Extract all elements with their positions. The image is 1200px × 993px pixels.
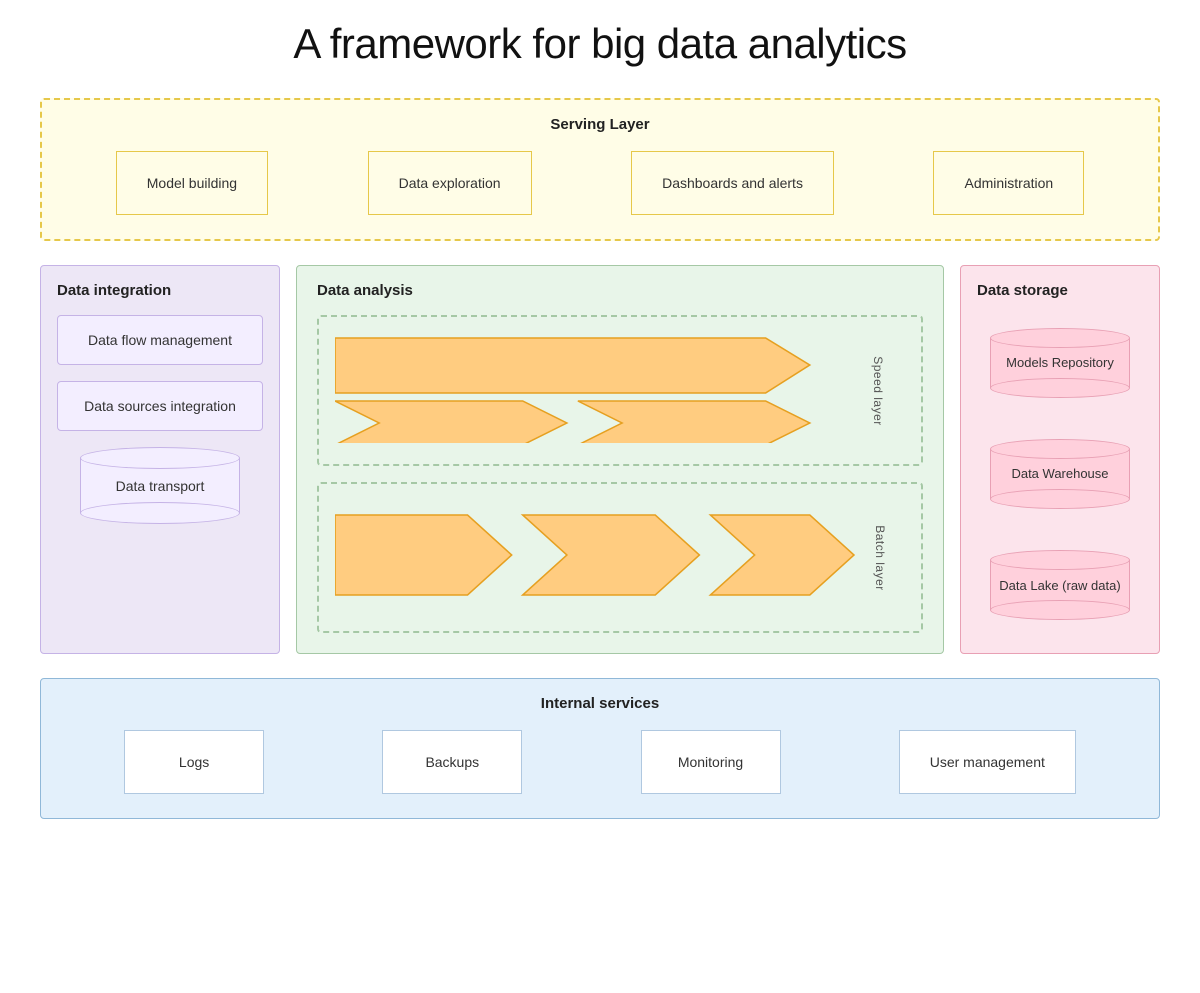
page-title: A framework for big data analytics	[20, 20, 1180, 68]
batch-layer-box: Batch layer	[317, 482, 923, 633]
db-top-2	[990, 439, 1130, 459]
serving-layer-title: Serving Layer	[66, 116, 1134, 133]
storage-items: Models Repository Data Warehouse Data La…	[977, 315, 1143, 633]
integration-box-sources: Data sources integration	[57, 381, 263, 431]
storage-data-lake: Data Lake (raw data)	[980, 550, 1140, 620]
serving-items: Model building Data exploration Dashboar…	[66, 151, 1134, 215]
batch-layer-arrows	[335, 500, 905, 615]
middle-row: Data integration Data flow management Da…	[40, 265, 1160, 654]
internal-services: Internal services Logs Backups Monitorin…	[40, 678, 1160, 819]
serving-box-administration: Administration	[933, 151, 1084, 215]
data-analysis: Data analysis Speed layer	[296, 265, 944, 654]
batch-layer-label: Batch layer	[873, 525, 887, 591]
db-bottom-2	[990, 489, 1130, 509]
speed-layer-arrows	[335, 333, 905, 448]
data-storage-title: Data storage	[977, 282, 1143, 299]
data-integration: Data integration Data flow management Da…	[40, 265, 280, 654]
service-box-logs: Logs	[124, 730, 264, 794]
integration-box-flow: Data flow management	[57, 315, 263, 365]
data-integration-title: Data integration	[57, 282, 263, 299]
integration-items: Data flow management Data sources integr…	[57, 315, 263, 524]
analysis-inner: Speed layer Batch layer	[317, 315, 923, 633]
data-analysis-title: Data analysis	[317, 282, 923, 299]
service-box-backups: Backups	[382, 730, 522, 794]
serving-box-dashboards: Dashboards and alerts	[631, 151, 834, 215]
serving-box-model-building: Model building	[116, 151, 268, 215]
db-bottom-3	[990, 600, 1130, 620]
db-bottom-1	[990, 378, 1130, 398]
main-container: Serving Layer Model building Data explor…	[20, 98, 1180, 819]
storage-data-warehouse: Data Warehouse	[980, 439, 1140, 509]
serving-layer: Serving Layer Model building Data explor…	[40, 98, 1160, 241]
data-storage: Data storage Models Repository Data Ware…	[960, 265, 1160, 654]
speed-layer-svg	[335, 333, 865, 443]
cyl-top	[80, 447, 240, 469]
batch-layer-svg	[335, 500, 865, 610]
speed-layer-box: Speed layer	[317, 315, 923, 466]
cyl-bottom	[80, 502, 240, 524]
integration-cylinder-transport: Data transport	[57, 447, 263, 524]
service-box-user-management: User management	[899, 730, 1076, 794]
services-items: Logs Backups Monitoring User management	[65, 730, 1135, 794]
speed-layer-label: Speed layer	[871, 356, 885, 426]
db-top-1	[990, 328, 1130, 348]
internal-services-title: Internal services	[65, 695, 1135, 712]
storage-models-repo: Models Repository	[980, 328, 1140, 398]
serving-box-data-exploration: Data exploration	[368, 151, 532, 215]
service-box-monitoring: Monitoring	[641, 730, 781, 794]
